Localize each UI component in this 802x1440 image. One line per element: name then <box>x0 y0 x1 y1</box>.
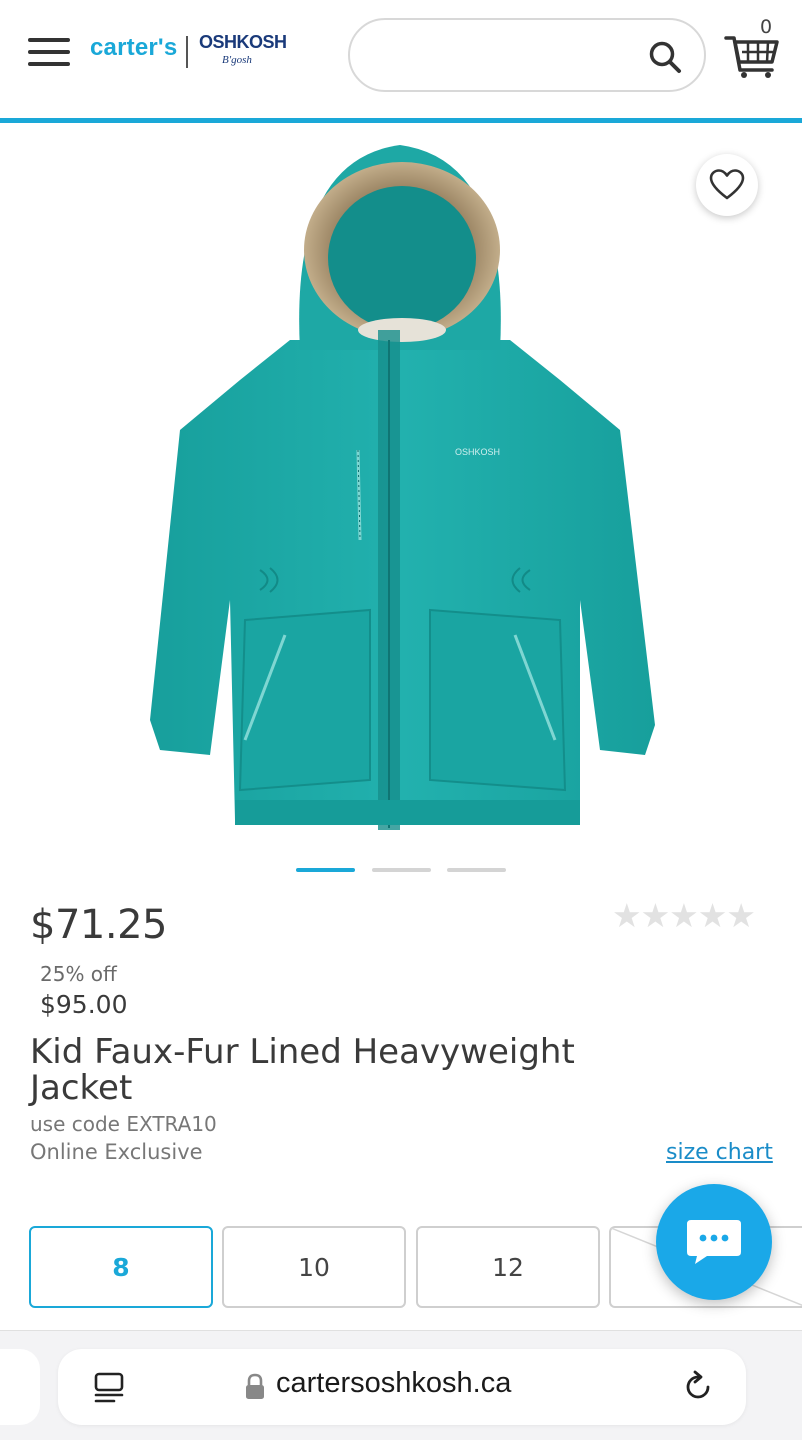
address-bar[interactable]: cartersoshkosh.ca <box>58 1349 746 1425</box>
menu-icon[interactable] <box>28 36 70 68</box>
search-icon[interactable] <box>648 40 682 74</box>
size-option-12[interactable]: 12 <box>416 1226 600 1308</box>
product-page: carter's OSHKOSH B'gosh 0 OSHKOSH $71.25… <box>0 0 802 1440</box>
lock-icon <box>246 1373 264 1399</box>
header-divider <box>0 118 802 123</box>
carousel-dot-2[interactable] <box>372 868 431 872</box>
carousel-indicator <box>296 868 516 874</box>
browser-toolbar: cartersoshkosh.ca <box>0 1330 802 1440</box>
reader-icon[interactable] <box>92 1371 126 1405</box>
size-option-10[interactable]: 10 <box>222 1226 406 1308</box>
online-exclusive-badge: Online Exclusive <box>30 1140 203 1164</box>
sale-price: $71.25 <box>30 902 167 948</box>
chat-button[interactable] <box>656 1184 772 1300</box>
reload-icon[interactable] <box>680 1369 716 1405</box>
discount-label: 25% off <box>40 962 117 986</box>
cart-icon[interactable] <box>722 20 782 80</box>
search-input[interactable] <box>348 18 706 92</box>
site-header: carter's OSHKOSH B'gosh 0 <box>0 0 802 118</box>
product-image[interactable]: OSHKOSH <box>140 140 660 840</box>
heart-icon <box>709 169 745 200</box>
cart-count-badge: 0 <box>760 16 773 38</box>
logo-divider <box>186 36 188 68</box>
oshkosh-logo[interactable]: OSHKOSH <box>199 32 287 53</box>
carousel-dot-1[interactable] <box>296 868 355 872</box>
size-chart-link[interactable]: size chart <box>666 1140 773 1165</box>
previous-tab[interactable] <box>0 1349 40 1425</box>
original-price: $95.00 <box>40 990 128 1019</box>
chat-icon <box>687 1220 741 1264</box>
promo-code: use code EXTRA10 <box>30 1112 217 1136</box>
rating-stars[interactable]: ★★★★★ <box>612 896 756 935</box>
carousel-dot-3[interactable] <box>447 868 506 872</box>
carters-logo[interactable]: carter's <box>90 34 177 62</box>
svg-text:OSHKOSH: OSHKOSH <box>455 447 500 457</box>
url-text[interactable]: cartersoshkosh.ca <box>276 1367 511 1400</box>
product-title: Kid Faux-Fur Lined Heavyweight Jacket <box>30 1032 575 1108</box>
size-option-8[interactable]: 8 <box>29 1226 213 1308</box>
bgosh-logo: B'gosh <box>222 54 252 66</box>
favorite-button[interactable] <box>696 154 758 216</box>
